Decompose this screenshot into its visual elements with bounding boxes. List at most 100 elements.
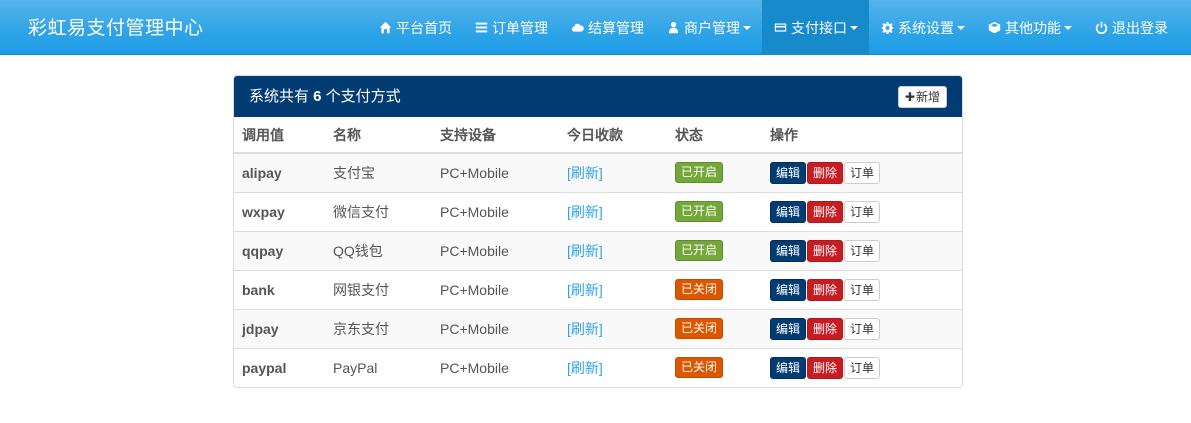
edit-button[interactable]: 编辑 [770,200,807,223]
nav-item-home[interactable]: 平台首页 [367,0,463,55]
table-body: alipay 支付宝 PC+Mobile [刷新] 已开启 编辑 删除 订单 wxpay 微信支付… [234,153,962,387]
refresh-link[interactable]: [刷新] [567,360,603,376]
nav-item-credit-card[interactable]: 支付接口 [762,0,869,55]
nav-item-list[interactable]: 订单管理 [463,0,559,55]
cell-device: PC+Mobile [432,347,559,387]
delete-button[interactable]: 删除 [807,356,844,379]
cell-device: PC+Mobile [432,269,559,309]
cell-name: 支付宝 [325,153,432,192]
refresh-link[interactable]: [刷新] [567,321,603,337]
user-icon [666,21,680,35]
cell-actions: 编辑 删除 订单 [762,308,962,348]
cell-name: 微信支付 [325,191,432,231]
edit-button[interactable]: 编辑 [770,356,807,379]
edit-button[interactable]: 编辑 [770,278,807,301]
table-row: bank 网银支付 PC+Mobile [刷新] 已关闭 编辑 删除 订单 [234,269,962,309]
header-name: 名称 [325,117,432,154]
cell-actions: 编辑 删除 订单 [762,269,962,309]
cell-name: QQ钱包 [325,230,432,270]
status-badge[interactable]: 已开启 [675,201,724,222]
cell-actions: 编辑 删除 订单 [762,153,962,192]
status-badge[interactable]: 已开启 [675,162,724,184]
cell-income: [刷新] [559,308,667,348]
nav-item-label: 商户管理 [684,19,740,36]
edit-button[interactable]: 编辑 [770,239,807,262]
method-count: 6 [313,88,322,105]
cube-icon [987,21,1001,35]
nav-item-power[interactable]: 退出登录 [1083,0,1179,55]
delete-button[interactable]: 删除 [807,317,844,340]
cell-code: paypal [234,347,325,387]
nav-item-label: 系统设置 [898,19,954,36]
cell-name: 网银支付 [325,269,432,309]
edit-button[interactable]: 编辑 [770,161,807,184]
nav-item-label: 支付接口 [791,19,847,36]
status-badge[interactable]: 已开启 [675,240,724,261]
order-button[interactable]: 订单 [844,161,881,184]
cell-income: [刷新] [559,269,667,309]
cell-code: bank [234,269,325,309]
nav-item-label: 结算管理 [588,19,644,36]
table-row: alipay 支付宝 PC+Mobile [刷新] 已开启 编辑 删除 订单 [234,153,962,192]
panel-title: 系统共有 6 个支付方式 [249,76,401,117]
cell-name: 京东支付 [325,308,432,348]
order-button[interactable]: 订单 [844,317,881,340]
delete-button[interactable]: 删除 [807,200,844,223]
gear-icon [880,21,894,35]
delete-button[interactable]: 删除 [807,278,844,301]
cell-status: 已开启 [667,191,762,231]
main-nav: 平台首页 订单管理 结算管理 商户管理 支付接口 系统设置 其他功能 退出登录 [367,0,1179,55]
header-code: 调用值 [234,117,325,154]
order-button[interactable]: 订单 [844,356,881,379]
cell-income: [刷新] [559,191,667,231]
cell-device: PC+Mobile [432,191,559,231]
cell-device: PC+Mobile [432,308,559,348]
cell-status: 已关闭 [667,269,762,309]
cell-actions: 编辑 删除 订单 [762,347,962,387]
refresh-link[interactable]: [刷新] [567,165,603,181]
cell-device: PC+Mobile [432,230,559,270]
title-suffix: 个支付方式 [321,88,401,105]
header-status: 状态 [667,117,762,154]
status-badge[interactable]: 已关闭 [675,318,724,339]
nav-item-label: 其他功能 [1005,19,1061,36]
nav-item-user[interactable]: 商户管理 [655,0,762,55]
status-badge[interactable]: 已关闭 [675,279,724,300]
cell-actions: 编辑 删除 订单 [762,230,962,270]
nav-item-label: 订单管理 [492,19,548,36]
cell-name: PayPal [325,347,432,387]
payment-methods-panel: 系统共有 6 个支付方式 ✚新增 调用值 名称 支持设备 今日收款 状态 操作 … [233,75,963,388]
brand-title[interactable]: 彩虹易支付管理中心 [28,0,204,55]
cell-actions: 编辑 删除 订单 [762,191,962,231]
add-method-button[interactable]: ✚新增 [897,86,947,108]
order-button[interactable]: 订单 [844,239,881,262]
cell-device: PC+Mobile [432,153,559,192]
cell-income: [刷新] [559,153,667,192]
nav-item-cloud[interactable]: 结算管理 [559,0,655,55]
nav-item-cube[interactable]: 其他功能 [976,0,1083,55]
payment-methods-table: 调用值 名称 支持设备 今日收款 状态 操作 alipay 支付宝 PC+Mobil… [234,117,962,387]
delete-button[interactable]: 删除 [807,239,844,262]
order-button[interactable]: 订单 [844,278,881,301]
list-icon [474,21,488,35]
delete-button[interactable]: 删除 [807,161,844,184]
table-row: qqpay QQ钱包 PC+Mobile [刷新] 已开启 编辑 删除 订单 [234,230,962,270]
order-button[interactable]: 订单 [844,200,881,223]
cloud-icon [570,21,584,35]
cell-status: 已关闭 [667,308,762,348]
edit-button[interactable]: 编辑 [770,317,807,340]
header-income: 今日收款 [559,117,667,154]
caret-down-icon [957,25,965,30]
caret-down-icon [1064,25,1072,30]
nav-item-gear[interactable]: 系统设置 [869,0,976,55]
cell-code: alipay [234,153,325,192]
refresh-link[interactable]: [刷新] [567,204,603,220]
cell-status: 已关闭 [667,347,762,387]
cell-status: 已开启 [667,153,762,192]
refresh-link[interactable]: [刷新] [567,282,603,298]
top-navbar: 彩虹易支付管理中心 平台首页 订单管理 结算管理 商户管理 支付接口 系统设置 其他功能 退出… [0,0,1191,55]
title-prefix: 系统共有 [249,88,314,105]
refresh-link[interactable]: [刷新] [567,243,603,259]
status-badge[interactable]: 已关闭 [675,357,724,379]
header-device: 支持设备 [432,117,559,154]
